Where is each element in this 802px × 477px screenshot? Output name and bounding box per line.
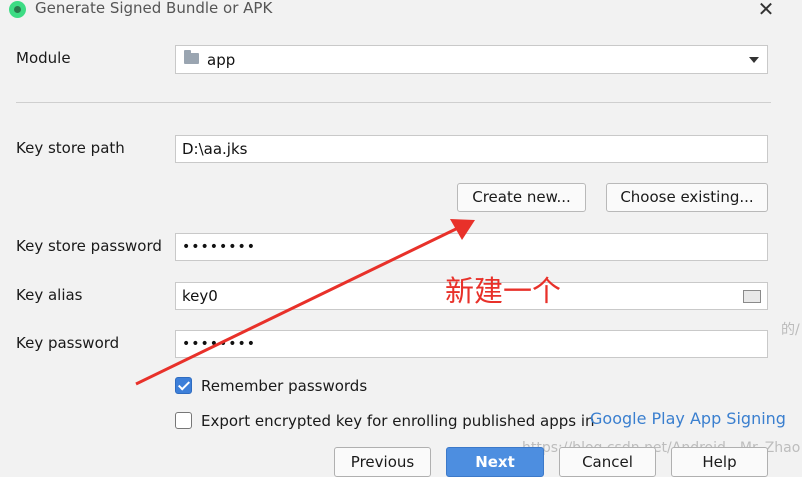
annotation-arrow	[135, 219, 475, 386]
previous-button[interactable]: Previous	[334, 447, 431, 477]
cancel-button[interactable]: Cancel	[559, 447, 656, 477]
help-button[interactable]: Help	[671, 447, 768, 477]
arrow-shaft	[135, 226, 459, 386]
side-fragment: 的/	[781, 322, 800, 338]
next-button[interactable]: Next	[446, 447, 544, 477]
